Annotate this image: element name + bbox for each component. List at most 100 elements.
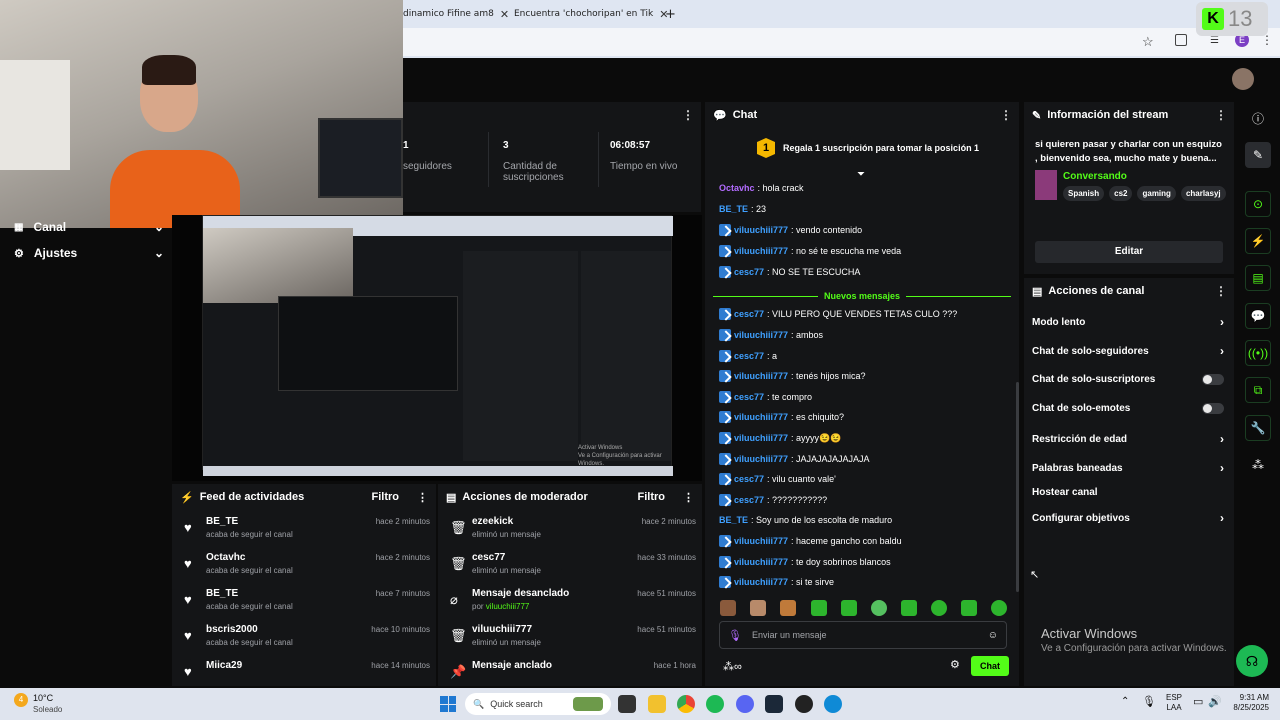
browser-tab[interactable]: dinamico Fifine am8 ✕ <box>403 4 509 24</box>
filter-button[interactable]: Filtro <box>638 491 666 503</box>
more-options-icon[interactable]: ⋮ <box>1215 108 1227 122</box>
steam-icon[interactable] <box>765 695 783 713</box>
feed-row[interactable]: ♥ BE_TE acaba de seguir el canal hace 7 … <box>180 588 430 622</box>
more-options-icon[interactable]: ⋮ <box>1000 108 1012 122</box>
toggle-switch[interactable] <box>1202 403 1224 414</box>
chat-username[interactable]: cesc77 <box>734 474 764 484</box>
bolt-icon[interactable]: ⚡ <box>1245 228 1271 254</box>
chat-message[interactable]: BE_TE: Soy uno de los escolta de maduro <box>719 515 1014 525</box>
moderation-icon[interactable]: ⧉ <box>1245 377 1271 403</box>
browser-tab[interactable]: Encuentra 'chochoripan' en Tik ✕ <box>508 4 668 24</box>
emote-icon[interactable] <box>901 600 917 616</box>
chat-input[interactable]: 🎙 Enviar un mensaje ☺ <box>719 621 1007 649</box>
chat-username[interactable]: viluuchiii777 <box>734 246 788 256</box>
mod-action-row[interactable]: 🗑 cesc77 eliminó un mensaje hace 33 minu… <box>446 552 696 586</box>
feed-row[interactable]: ♥ Miica29 hace 14 minutos <box>180 660 430 686</box>
mod-action-row[interactable]: ⌀ Mensaje desanclado por viluuchiii777 h… <box>446 588 696 622</box>
chat-message[interactable]: viluuchiii777: no sé te escucha me veda <box>719 245 1014 257</box>
spotify-icon[interactable] <box>706 695 724 713</box>
sidebar-item-ajustes[interactable]: ⚙ Ajustes ⌄ <box>14 246 164 260</box>
chat-username[interactable]: viluuchiii777 <box>734 433 788 443</box>
weather-temp[interactable]: 10°C <box>33 693 53 703</box>
microphone-icon[interactable]: 🎙 <box>728 629 742 642</box>
chat-message[interactable]: viluuchiii777: ambos <box>719 329 1014 341</box>
chat-message[interactable]: BE_TE: 23 <box>719 204 1014 214</box>
document-icon[interactable]: ▤ <box>1245 265 1271 291</box>
chat-settings-icon[interactable]: ⁂∞ <box>723 660 742 673</box>
chat-username[interactable]: cesc77 <box>734 309 764 319</box>
support-icon[interactable]: ☊ <box>1236 645 1268 677</box>
chat-username[interactable]: viluuchiii777 <box>734 225 788 235</box>
chat-send-button[interactable]: Chat <box>971 656 1009 676</box>
more-tools-icon[interactable]: ⁂ <box>1245 452 1271 478</box>
obs-icon[interactable] <box>795 695 813 713</box>
channel-action-chat-de-solo-emotes[interactable]: Chat de solo-emotes <box>1032 403 1224 414</box>
more-options-icon[interactable]: ⋮ <box>1215 284 1227 298</box>
chat-username[interactable]: viluuchiii777 <box>734 412 788 422</box>
chat-username[interactable]: viluuchiii777 <box>734 371 788 381</box>
discord-icon[interactable] <box>736 695 754 713</box>
task-view-icon[interactable] <box>618 695 636 713</box>
chat-message[interactable]: cesc77: NO SE TE ESCUCHA <box>719 266 1014 278</box>
taskbar-search[interactable]: 🔍 Quick search <box>465 693 611 715</box>
tag[interactable]: gaming <box>1137 186 1176 201</box>
bookmark-star-icon[interactable]: ☆ <box>1142 34 1154 50</box>
chat-username[interactable]: Octavhc <box>719 183 755 193</box>
extensions-icon[interactable] <box>1175 34 1187 46</box>
new-tab-button[interactable]: + <box>665 4 676 24</box>
feed-row[interactable]: ♥ BE_TE acaba de seguir el canal hace 2 … <box>180 516 430 550</box>
edit-button[interactable]: Editar <box>1035 241 1223 263</box>
emote-icon[interactable] <box>841 600 857 616</box>
chat-message[interactable]: cesc77: a <box>719 350 1014 362</box>
chat-message[interactable]: Octavhc: hola crack <box>719 183 1014 193</box>
chat-username[interactable]: viluuchiii777 <box>734 454 788 464</box>
chat-username[interactable]: viluuchiii777 <box>734 577 788 587</box>
emote-icon[interactable] <box>931 600 947 616</box>
chat-username[interactable]: viluuchiii777 <box>734 330 788 340</box>
target-icon[interactable]: ⊙ <box>1245 191 1271 217</box>
mod-action-title[interactable]: cesc77 <box>472 552 505 563</box>
feed-user[interactable]: bscris2000 <box>206 624 258 635</box>
microphone-icon[interactable]: 🎙 <box>1142 695 1156 708</box>
file-explorer-icon[interactable] <box>648 695 666 713</box>
collapse-arrow-icon[interactable]: ⏷ <box>857 169 865 180</box>
chat-username[interactable]: BE_TE <box>719 204 748 214</box>
chat-message[interactable]: viluuchiii777: ayyyy😉😉 <box>719 432 1014 444</box>
sidebar-item-canal[interactable]: ▦ Canal ⌄ <box>14 220 164 234</box>
stream-preview[interactable]: Activar Windows Ve a Configuración para … <box>172 215 702 481</box>
user-avatar[interactable] <box>1232 68 1254 90</box>
media-icon[interactable]: ☰ <box>1210 35 1219 46</box>
mod-action-user[interactable]: viluuchiii777 <box>486 602 530 611</box>
more-options-icon[interactable]: ⋮ <box>682 108 694 122</box>
emote-icon[interactable] <box>991 600 1007 616</box>
tag[interactable]: charlasyj <box>1180 186 1226 201</box>
channel-action-configurar-objetivos[interactable]: Configurar objetivos › <box>1032 511 1224 525</box>
broadcast-icon[interactable]: ((•)) <box>1245 340 1271 366</box>
mod-action-row[interactable]: 🗑 ezeekick eliminó un mensaje hace 2 min… <box>446 516 696 550</box>
chat-username[interactable]: viluuchiii777 <box>734 536 788 546</box>
tray-chevron-up-icon[interactable]: ⌃ <box>1121 696 1129 707</box>
chat-username[interactable]: cesc77 <box>734 267 764 277</box>
mod-action-row[interactable]: 📌 Mensaje anclado hace 1 hora <box>446 660 696 686</box>
mod-action-title[interactable]: ezeekick <box>472 516 513 527</box>
chat-message[interactable]: viluuchiii777: vendo contenido <box>719 224 1014 236</box>
emote-icon[interactable] <box>811 600 827 616</box>
chat-message[interactable]: viluuchiii777: te doy sobrinos blancos <box>719 556 1014 568</box>
wrench-icon[interactable]: 🔧 <box>1245 415 1271 441</box>
emote-icon[interactable] <box>780 600 796 616</box>
chat-message[interactable]: cesc77: ??????????? <box>719 494 1014 506</box>
chat-message[interactable]: cesc77: VILU PERO QUE VENDES TETAS CULO … <box>719 308 1014 320</box>
clock[interactable]: 9:31 AM 8/25/2025 <box>1229 693 1269 713</box>
volume-icon[interactable]: 🔊 <box>1208 695 1222 708</box>
emote-icon[interactable] <box>961 600 977 616</box>
emote-icon[interactable] <box>720 600 736 616</box>
mod-action-title[interactable]: Mensaje anclado <box>472 660 552 671</box>
feed-user[interactable]: Miica29 <box>206 660 242 671</box>
chat-username[interactable]: cesc77 <box>734 351 764 361</box>
chat-scrollbar[interactable] <box>1016 382 1019 592</box>
feed-user[interactable]: BE_TE <box>206 588 238 599</box>
filter-button[interactable]: Filtro <box>372 491 400 503</box>
chat-username[interactable]: viluuchiii777 <box>734 557 788 567</box>
more-options-icon[interactable]: ⋮ <box>683 491 694 504</box>
emoji-icon[interactable]: ☺ <box>988 630 998 641</box>
